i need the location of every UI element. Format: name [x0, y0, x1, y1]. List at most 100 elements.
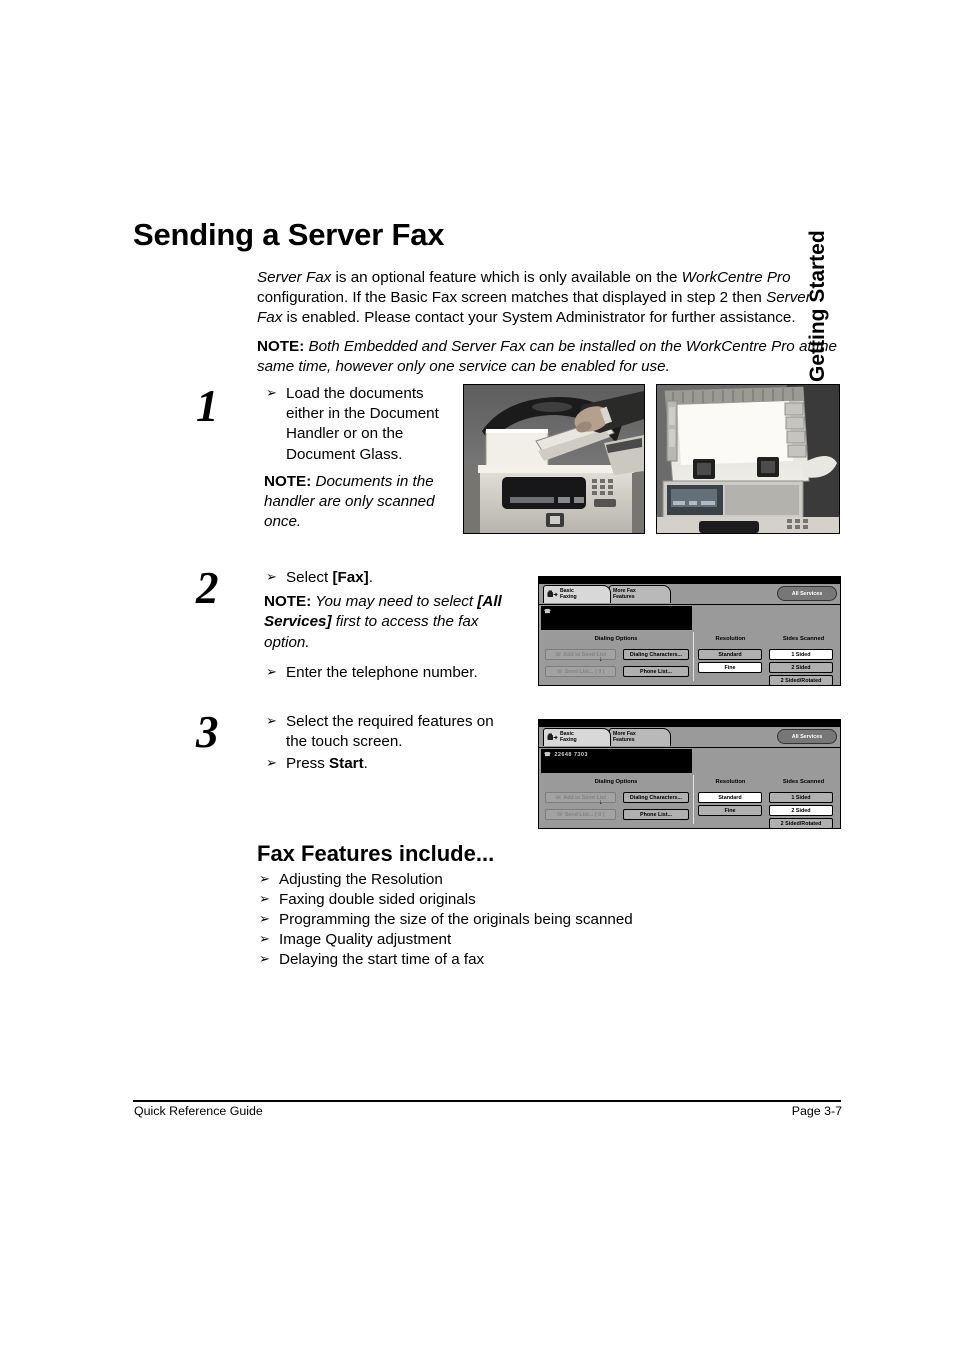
number-display-area: ☎ — [539, 604, 840, 632]
step-2-bullet-1: ➢ Select [Fax]. — [264, 568, 519, 588]
resolution-standard-button[interactable]: Standard — [698, 649, 762, 660]
resolution-column: Resolution Standard Fine — [694, 632, 767, 681]
bullet-arrow-icon: ➢ — [266, 663, 277, 679]
dialing-options-header: Dialing Options — [594, 636, 638, 642]
options-columns: Dialing Options ☎ Add to Send List Dialin… — [539, 775, 840, 828]
dialing-characters-button[interactable]: Dialing Characters... — [623, 649, 689, 660]
list-item: ➢ Adjusting the Resolution — [257, 870, 817, 890]
intro-text: Server Fax is an optional feature which … — [257, 268, 840, 377]
feature-item-text: Programming the size of the originals be… — [279, 910, 633, 928]
tab-more-fax-features[interactable]: More Fax Features — [609, 585, 671, 603]
tab-more-fax-features[interactable]: More Fax Features — [609, 728, 671, 746]
sides-2-sided-rotated-button[interactable]: 2 Sided/Rotated — [769, 818, 833, 828]
step-3-bullet-1: ➢ Select the required features on the to… — [264, 712, 509, 752]
step-1-note: NOTE: Documents in the handler are only … — [264, 472, 449, 533]
resolution-column: Resolution Standard Fine — [694, 775, 767, 824]
send-list-button[interactable]: ☎ Send List... ( 0 ) — [545, 809, 616, 820]
step-2-note-label: NOTE: — [264, 593, 312, 611]
intro-note: NOTE: Both Embedded and Server Fax can b… — [257, 337, 840, 377]
feature-item-text: Delaying the start time of a fax — [279, 950, 485, 968]
footer-guide-name: Quick Reference Guide — [134, 1104, 263, 1118]
phone-list-button[interactable]: Phone List... — [623, 809, 689, 820]
resolution-standard-button[interactable]: Standard — [698, 792, 762, 803]
step-1-bullet-1-text: Load the documents either in the Documen… — [286, 385, 439, 463]
bullet-arrow-icon: ➢ — [266, 755, 277, 771]
dialing-options-column: Dialing Options ☎ Add to Send List Dialin… — [539, 632, 694, 681]
list-item: ➢ Delaying the start time of a fax — [257, 950, 817, 970]
screen-top-bezel — [539, 720, 840, 727]
feature-item-text: Faxing double sided originals — [279, 890, 476, 908]
step-3-number: 3 — [196, 707, 219, 757]
step-2-b1-bold: [Fax] — [332, 569, 369, 586]
feature-item-text: Image Quality adjustment — [279, 930, 452, 948]
intro-p1-t6: is enabled. Please contact your System A… — [282, 309, 796, 327]
step-3-b2-bold: Start — [329, 755, 364, 773]
resolution-fine-button[interactable]: Fine — [698, 662, 762, 673]
footer-divider — [133, 1100, 841, 1102]
sides-1-sided-button[interactable]: 1 Sided — [769, 792, 833, 803]
page-title: Sending a Server Fax — [133, 217, 445, 252]
bullet-arrow-icon: ➢ — [259, 950, 270, 966]
phone-icon: ☎ — [556, 811, 563, 818]
phone-list-button[interactable]: Phone List... — [623, 666, 689, 677]
sides-scanned-header: Sides Scanned — [782, 779, 825, 785]
down-arrow-icon: ↓ — [599, 799, 603, 806]
sides-1-sided-button[interactable]: 1 Sided — [769, 649, 833, 660]
fax-features-heading: Fax Features include... — [257, 841, 495, 866]
phone-icon: ☎ — [556, 668, 563, 675]
phone-number-field[interactable]: ☎ — [541, 606, 692, 630]
step-1-note-label: NOTE: — [264, 472, 312, 490]
add-to-send-list-button[interactable]: ☎ Add to Send List — [545, 792, 616, 803]
tab-bar: Basic Faxing More Fax Features All Servi… — [539, 584, 840, 604]
intro-paragraph: Server Fax is an optional feature which … — [257, 268, 840, 328]
all-services-button[interactable]: All Services — [777, 586, 837, 601]
sides-2-sided-button[interactable]: 2 Sided — [769, 662, 833, 673]
step-3-bullet-2: ➢ Press Start. — [264, 754, 509, 774]
tab-more-fax-line2: Features — [613, 593, 635, 600]
tab-bar: Basic Faxing More Fax Features All Servi… — [539, 727, 840, 747]
screen-top-bezel — [539, 577, 840, 584]
intro-p1-t4: configuration. If the Basic Fax screen m… — [257, 289, 767, 307]
intro-note-text: Both Embedded and Server Fax can be inst… — [257, 338, 837, 376]
dialing-characters-button[interactable]: Dialing Characters... — [623, 792, 689, 803]
step-2-body: ➢ Select [Fax]. NOTE: You may need to se… — [264, 568, 519, 685]
step-1-body: ➢ Load the documents either in the Docum… — [264, 384, 449, 533]
down-arrow-icon: ↓ — [599, 656, 603, 663]
phone-icon: ☎ — [544, 752, 552, 758]
phone-icon: ☎ — [554, 651, 562, 658]
list-item: ➢ Image Quality adjustment — [257, 930, 817, 950]
document-page: Sending a Server Fax Getting Started Ser… — [0, 0, 954, 1351]
bullet-arrow-icon: ➢ — [266, 385, 277, 400]
intro-p1-t2: is an optional feature which is only ava… — [331, 269, 682, 286]
resolution-header: Resolution — [715, 636, 746, 642]
tab-basic-faxing[interactable]: Basic Faxing — [543, 728, 611, 746]
phone-icon: ☎ — [544, 609, 552, 615]
send-list-label: Send List... ( 0 ) — [564, 668, 605, 675]
sides-2-sided-rotated-button[interactable]: 2 Sided/Rotated — [769, 675, 833, 685]
document-handler-photo — [463, 384, 645, 534]
fax-touchscreen-step2: Basic Faxing More Fax Features All Servi… — [538, 576, 841, 686]
send-list-button[interactable]: ☎ Send List... ( 0 ) — [545, 666, 616, 677]
bullet-arrow-icon: ➢ — [259, 910, 270, 926]
intro-p1-emph2: WorkCentre Pro — [681, 269, 791, 286]
step-2-b1-post: . — [368, 569, 373, 586]
dialing-options-header: Dialing Options — [594, 779, 638, 785]
sides-2-sided-button[interactable]: 2 Sided — [769, 805, 833, 816]
options-columns: Dialing Options ☎ Add to Send List Dialin… — [539, 632, 840, 685]
step-2-number: 2 — [196, 563, 219, 613]
bullet-arrow-icon: ➢ — [259, 890, 270, 906]
bullet-arrow-icon: ➢ — [266, 569, 277, 584]
step-1-bullet-1: ➢ Load the documents either in the Docum… — [264, 384, 449, 465]
all-services-button[interactable]: All Services — [777, 729, 837, 744]
step-2-b1-pre: Select — [286, 569, 333, 586]
resolution-header: Resolution — [715, 779, 746, 785]
bullet-arrow-icon: ➢ — [259, 871, 270, 886]
fax-touchscreen-step3: Basic Faxing More Fax Features All Servi… — [538, 719, 841, 829]
phone-number-field[interactable]: ☎ 22648 7303 — [541, 749, 692, 773]
send-list-label: Send List... ( 0 ) — [564, 811, 605, 818]
resolution-fine-button[interactable]: Fine — [698, 805, 762, 816]
step-1-number: 1 — [196, 381, 219, 431]
footer-page-number: Page 3-7 — [791, 1104, 842, 1118]
tab-basic-faxing[interactable]: Basic Faxing — [543, 585, 611, 603]
add-to-send-list-button[interactable]: ☎ Add to Send List — [545, 649, 616, 660]
